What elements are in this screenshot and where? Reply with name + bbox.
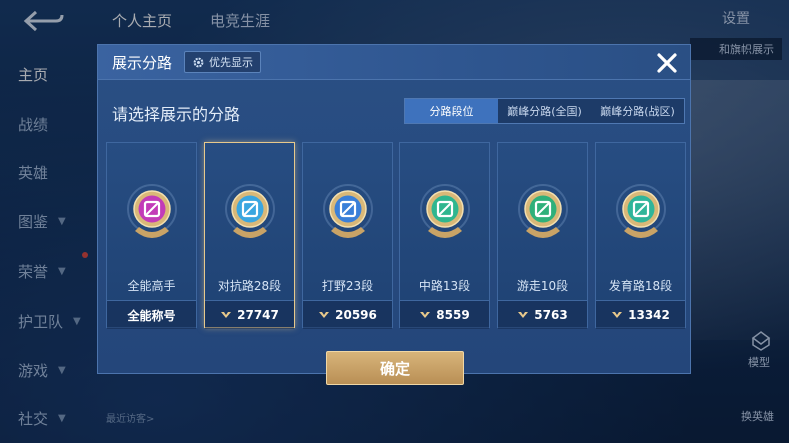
tab-lane-rank[interactable]: 分路段位 xyxy=(405,99,498,123)
lane-card-stat: 全能称号 xyxy=(107,300,196,329)
lane-emblem-icon xyxy=(420,184,470,238)
lane-card-stat-value: 全能称号 xyxy=(127,308,176,323)
lane-card-stat: 27747 xyxy=(205,300,294,329)
priority-display-label: 优先显示 xyxy=(209,56,253,69)
lane-card-stat-value: 5763 xyxy=(534,308,568,322)
rank-points-icon xyxy=(518,312,529,318)
lane-card-stat-value: 20596 xyxy=(335,308,377,322)
rank-points-icon xyxy=(420,312,431,318)
tab-peak-national[interactable]: 巅峰分路(全国) xyxy=(498,99,591,123)
lane-card[interactable]: 对抗路28段 27747 xyxy=(204,142,295,329)
lane-card-label: 对抗路28段 xyxy=(217,279,282,293)
dialog-subtitle: 请选择展示的分路 xyxy=(112,105,241,124)
dialog-title: 展示分路 xyxy=(112,54,173,72)
lane-card-label: 发育路18段 xyxy=(608,279,673,293)
lane-card[interactable]: 打野23段 20596 xyxy=(302,142,393,329)
lane-card-label: 游走10段 xyxy=(516,279,569,293)
lane-card-stat: 20596 xyxy=(303,300,392,329)
lane-card-stat-value: 13342 xyxy=(628,308,670,322)
rank-points-icon xyxy=(612,312,623,318)
lane-card-stat-value: 8559 xyxy=(436,308,470,322)
lane-card-list: 全能高手 全能称号 对抗路28段 27747 打野23段 20596 中路13段 8559 游走… xyxy=(106,142,686,329)
lane-card-stat-value: 27747 xyxy=(237,308,279,322)
lane-card-label: 中路13段 xyxy=(418,279,471,293)
lane-emblem-icon xyxy=(518,184,568,238)
lane-tabs: 分路段位 巅峰分路(全国) 巅峰分路(战区) xyxy=(404,98,685,124)
lane-card[interactable]: 发育路18段 13342 xyxy=(595,142,686,329)
lane-card-stat: 5763 xyxy=(498,300,587,329)
gear-icon xyxy=(193,57,204,67)
lane-card-stat: 8559 xyxy=(400,300,489,329)
rank-points-icon xyxy=(221,312,232,318)
confirm-button[interactable]: 确定 xyxy=(326,351,464,385)
dialog-header: 展示分路 优先显示 xyxy=(98,45,690,80)
lane-emblem-icon xyxy=(616,184,666,238)
tab-peak-region[interactable]: 巅峰分路(战区) xyxy=(591,99,684,123)
lane-emblem-icon xyxy=(323,184,373,238)
lane-card[interactable]: 全能高手 全能称号 xyxy=(106,142,197,329)
lane-display-dialog: 展示分路 优先显示 请选择展示的分路 分路段位 巅峰分路(全国) 巅峰分路(战区… xyxy=(97,44,691,385)
lane-card-label: 打野23段 xyxy=(321,279,374,293)
lane-card-label: 全能高手 xyxy=(127,279,176,293)
lane-emblem-icon xyxy=(127,184,177,238)
close-icon[interactable] xyxy=(653,49,681,77)
lane-card[interactable]: 中路13段 8559 xyxy=(399,142,490,329)
lane-card-stat: 13342 xyxy=(596,300,685,329)
lane-emblem-icon xyxy=(225,184,275,238)
rank-points-icon xyxy=(319,312,330,318)
priority-display-button[interactable]: 优先显示 xyxy=(184,51,261,73)
lane-card[interactable]: 游走10段 5763 xyxy=(497,142,588,329)
